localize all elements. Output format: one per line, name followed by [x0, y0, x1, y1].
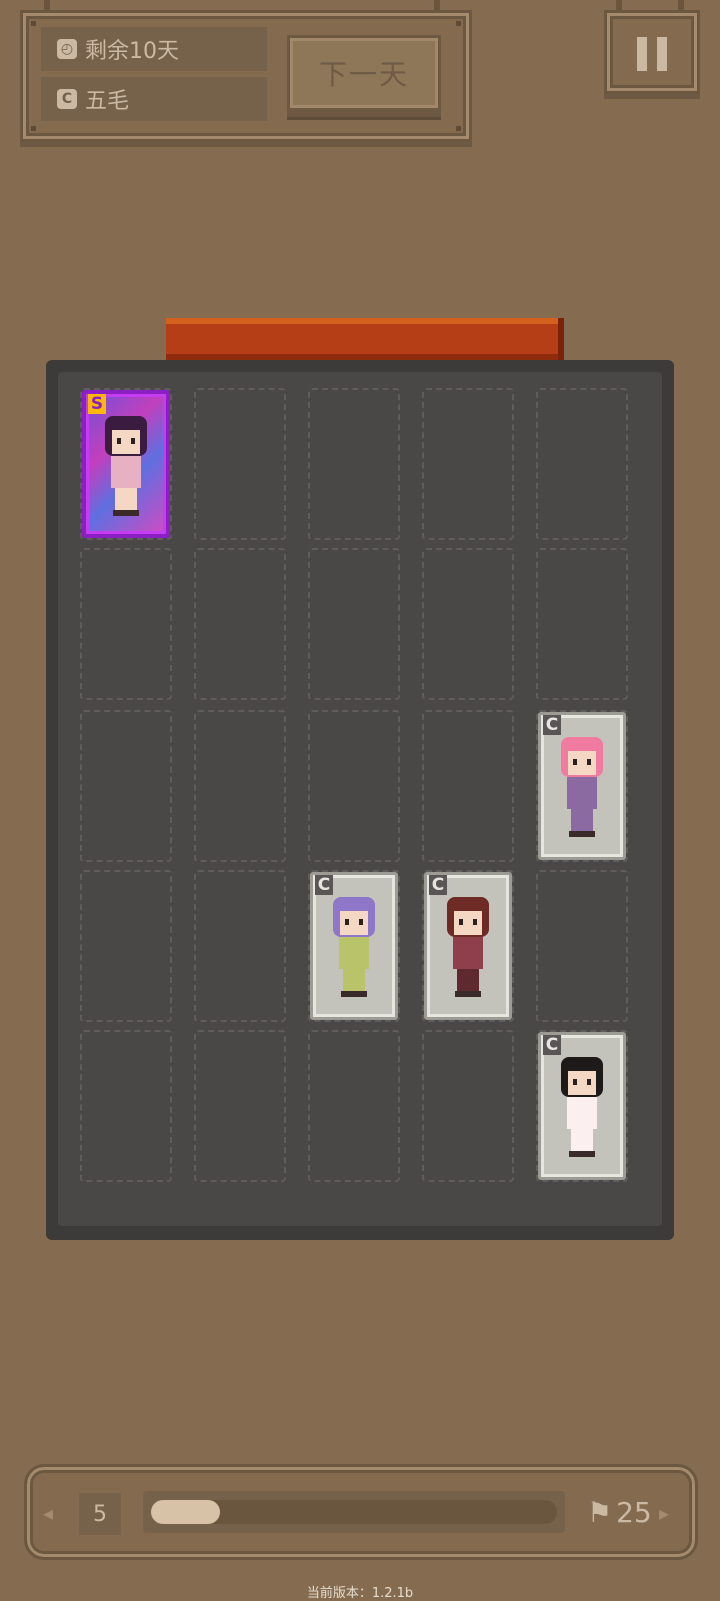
rivet — [31, 21, 36, 26]
goal-level-group: ⚑ 25 — [587, 1491, 652, 1533]
character-card[interactable]: S — [82, 390, 170, 538]
board-slot[interactable] — [194, 1030, 286, 1182]
sprite-eye — [459, 919, 463, 925]
sprite-torso — [339, 937, 369, 969]
character-card[interactable]: C — [424, 872, 512, 1020]
board-slot[interactable] — [308, 1030, 400, 1182]
days-remaining-row: ◴ 剩余10天 — [41, 27, 267, 71]
sprite-torso — [567, 1097, 597, 1129]
card-rank-badge: C — [543, 715, 561, 735]
board-slot[interactable] — [80, 1030, 172, 1182]
sprite-eye — [117, 438, 121, 444]
card-rank-badge: S — [88, 394, 106, 414]
sprite-feet — [341, 991, 367, 997]
sprite-eye — [573, 759, 577, 765]
rivet — [456, 126, 461, 131]
sprite-eye — [587, 1079, 591, 1085]
character-card[interactable]: C — [538, 1032, 626, 1180]
board-slot[interactable] — [536, 548, 628, 700]
card-board: S C C C C — [46, 360, 674, 1240]
sprite-legs — [571, 809, 593, 831]
sprite-eye — [473, 919, 477, 925]
board-slot[interactable] — [194, 710, 286, 862]
progress-fill — [151, 1500, 221, 1524]
goal-level: 25 — [616, 1495, 652, 1529]
sprite-eye — [345, 919, 349, 925]
card-rank-badge: C — [543, 1035, 561, 1055]
sprite-feet — [569, 1151, 595, 1157]
pause-icon — [657, 37, 667, 71]
character-sprite — [555, 1053, 609, 1163]
board-slot[interactable] — [536, 870, 628, 1022]
current-level-box: 5 — [79, 1493, 121, 1535]
money-row: C 五毛 — [41, 77, 267, 121]
board-slot[interactable] — [536, 388, 628, 540]
board-slot[interactable] — [422, 710, 514, 862]
sprite-eye — [131, 438, 135, 444]
board-slot[interactable] — [194, 870, 286, 1022]
sprite-legs — [571, 1129, 593, 1151]
sprite-legs — [457, 969, 479, 991]
board-slot[interactable] — [80, 870, 172, 1022]
board-slot[interactable] — [308, 710, 400, 862]
clock-icon: ◴ — [57, 39, 77, 59]
sprite-eye — [359, 919, 363, 925]
rivet — [31, 126, 36, 131]
character-card[interactable]: C — [538, 712, 626, 860]
sprite-eye — [573, 1079, 577, 1085]
board-slot[interactable] — [194, 548, 286, 700]
next-day-label: 下一天 — [318, 58, 409, 91]
board-slot[interactable] — [308, 548, 400, 700]
version-label: 当前版本：1.2.1b — [306, 1586, 414, 1601]
board-tab — [166, 318, 558, 360]
board-slot[interactable] — [422, 1030, 514, 1182]
card-rank-badge: C — [429, 875, 447, 895]
status-panel: ◴ 剩余10天 C 五毛 下一天 — [20, 10, 472, 142]
progress-bar — [143, 1491, 565, 1533]
days-remaining-label: 剩余10天 — [85, 39, 179, 64]
board-slot[interactable] — [80, 548, 172, 700]
coin-icon: C — [57, 89, 77, 109]
character-sprite — [441, 893, 495, 1003]
board-slot[interactable] — [80, 710, 172, 862]
sprite-torso — [567, 777, 597, 809]
board-slot[interactable] — [308, 388, 400, 540]
rivet — [456, 21, 461, 26]
board-slot[interactable] — [422, 548, 514, 700]
level-progress-panel: ◂ 5 ⚑ 25 ▸ — [24, 1464, 698, 1560]
sprite-eye — [587, 759, 591, 765]
flag-icon: ⚑ — [587, 1495, 613, 1529]
sprite-legs — [343, 969, 365, 991]
progress-track — [151, 1500, 557, 1524]
money-label: 五毛 — [85, 89, 130, 114]
next-day-button[interactable]: 下一天 — [287, 35, 441, 111]
sprite-feet — [455, 991, 481, 997]
current-level: 5 — [93, 1501, 107, 1527]
board-slot[interactable] — [422, 388, 514, 540]
sprite-feet — [569, 831, 595, 837]
sprite-torso — [453, 937, 483, 969]
character-sprite — [555, 733, 609, 843]
board-slot[interactable] — [194, 388, 286, 540]
pause-icon — [637, 37, 647, 71]
board-grid: S C C C C — [58, 372, 662, 1226]
character-sprite — [327, 893, 381, 1003]
card-rank-badge: C — [315, 875, 333, 895]
character-card[interactable]: C — [310, 872, 398, 1020]
sprite-torso — [111, 456, 141, 488]
arrow-left-icon: ◂ — [43, 1501, 54, 1525]
pause-button[interactable] — [604, 10, 700, 94]
character-sprite — [99, 412, 153, 522]
sprite-feet — [113, 510, 139, 516]
sprite-legs — [115, 488, 137, 510]
arrow-right-icon: ▸ — [659, 1501, 670, 1525]
